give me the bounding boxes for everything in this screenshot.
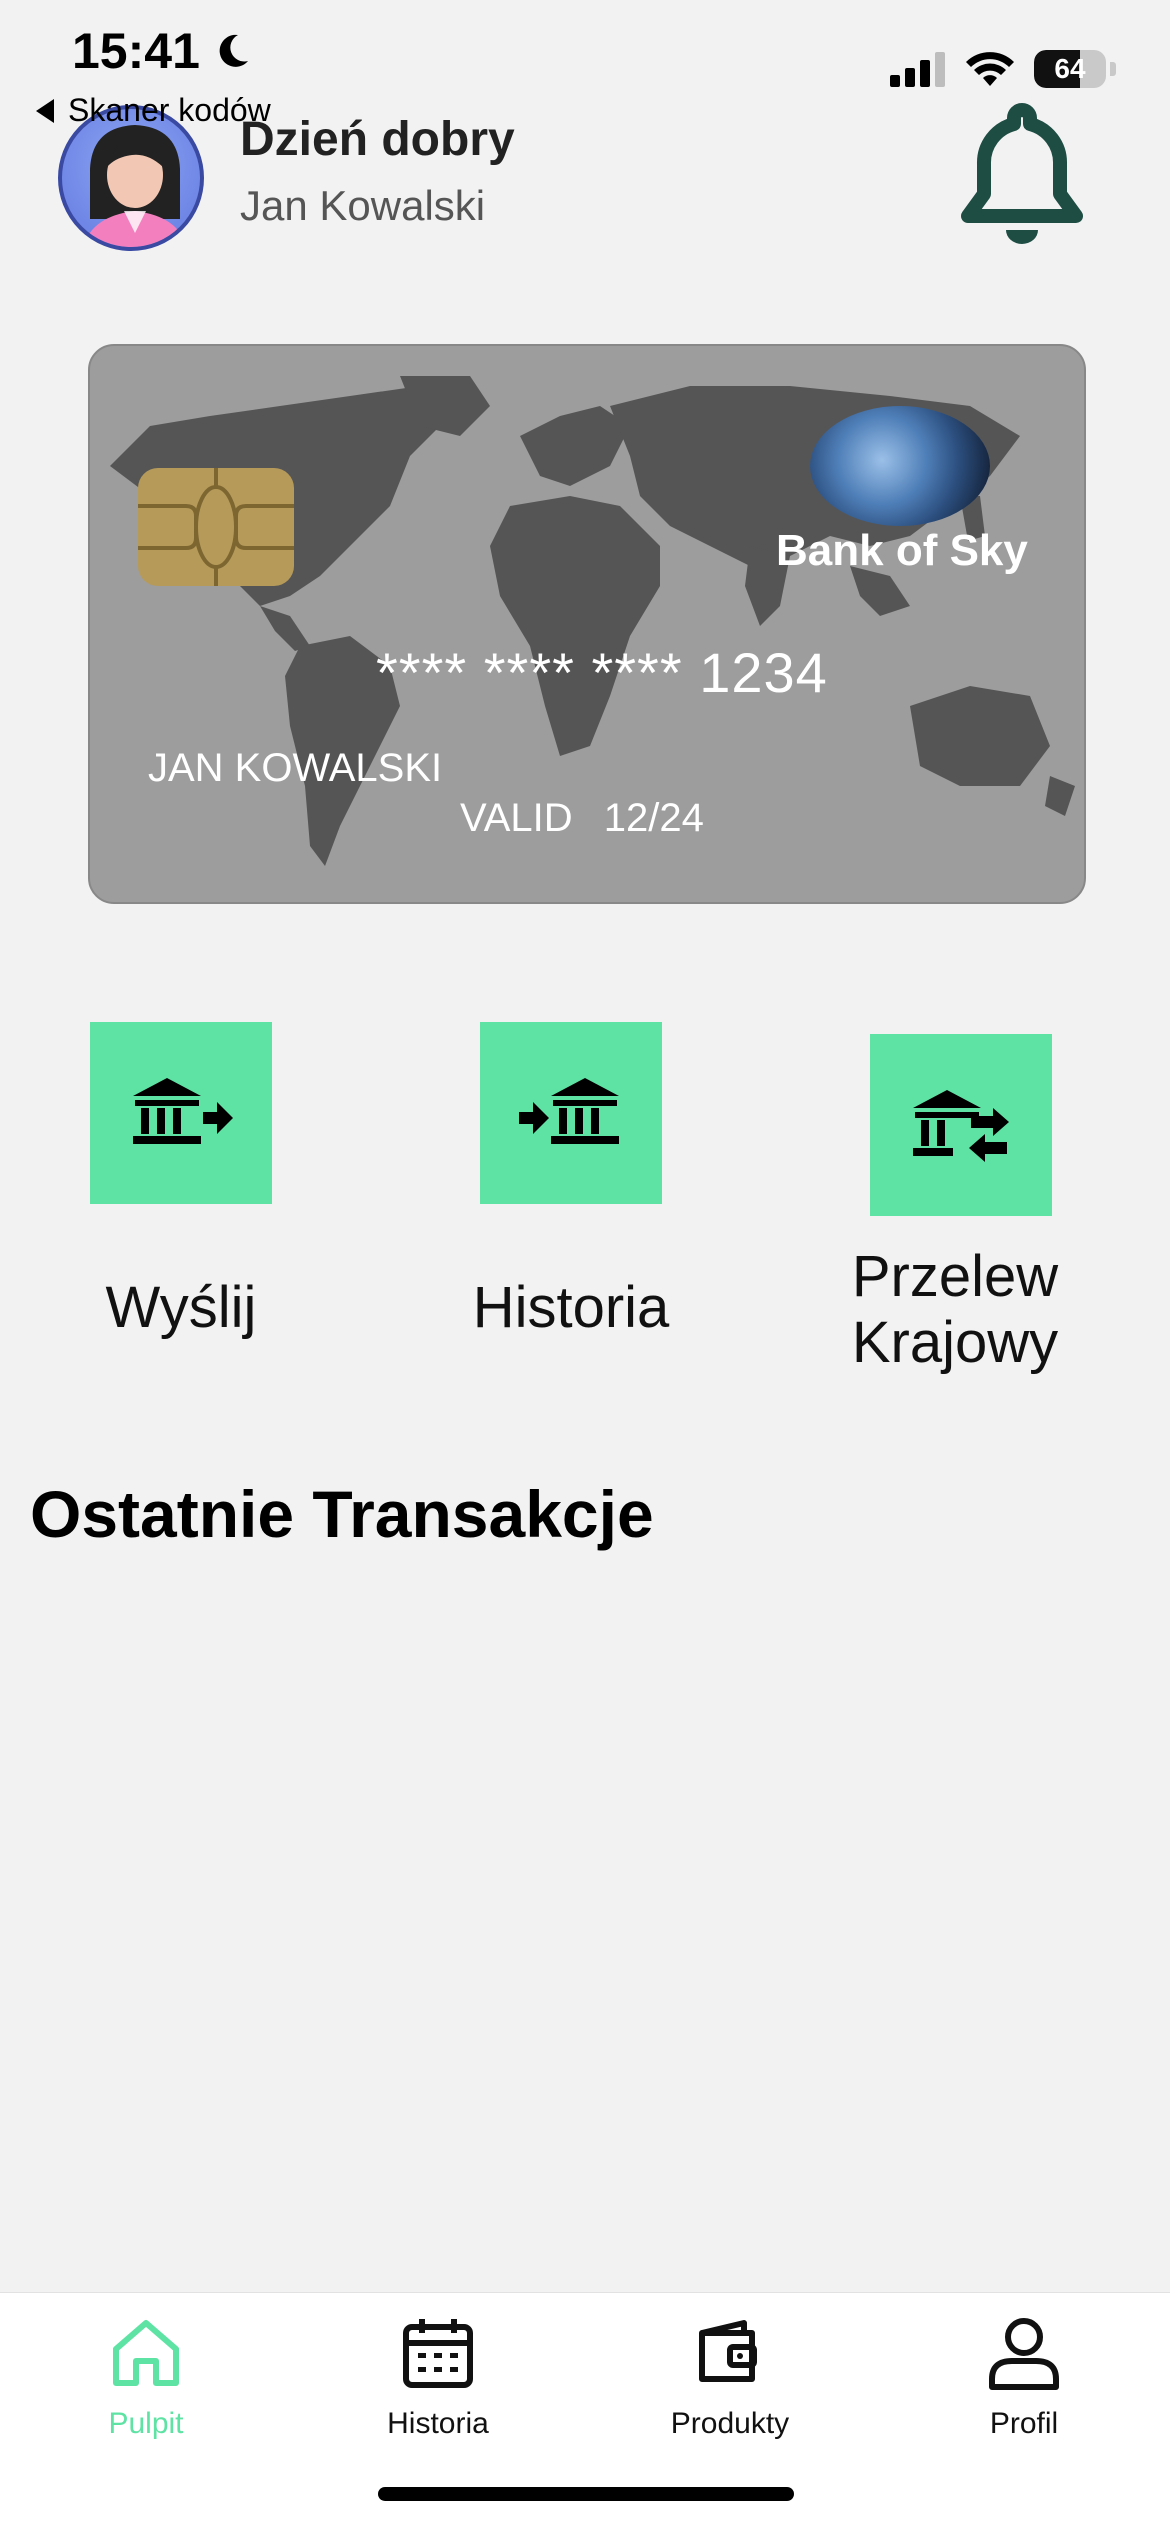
home-icon xyxy=(113,2320,179,2386)
domestic-transfer-label-line2: Krajowy xyxy=(851,1310,1059,1375)
battery-level: 64 xyxy=(1054,53,1086,84)
nav-label-profil: Profil xyxy=(989,2407,1059,2440)
user-name: Jan Kowalski xyxy=(240,182,486,229)
bank-logo-globe xyxy=(810,406,990,526)
card-valid-row: VALID 12/24 xyxy=(460,796,704,841)
domestic-transfer-button[interactable] xyxy=(870,1034,1052,1216)
bank-card[interactable]: Bank of Sky **** **** **** 1234 JAN KOWA… xyxy=(88,344,1086,904)
signal-icon xyxy=(890,52,945,87)
history-button[interactable] xyxy=(480,1022,662,1204)
nav-item-produkty[interactable]: Produkty xyxy=(620,2313,840,2441)
card-chip-graphic xyxy=(138,468,294,586)
home-indicator[interactable] xyxy=(378,2487,794,2501)
send-label: Wyślij xyxy=(105,1275,257,1340)
send-button[interactable] xyxy=(90,1022,272,1204)
nav-item-profil[interactable]: Profil xyxy=(914,2313,1134,2441)
card-valid-label: VALID xyxy=(460,796,573,840)
status-time: 15:41 xyxy=(72,22,252,80)
back-app-label: Skaner kodów xyxy=(68,92,271,128)
card-number: **** **** **** 1234 xyxy=(376,641,828,704)
history-label: Historia xyxy=(472,1275,670,1340)
calendar-icon xyxy=(403,2319,473,2388)
bank-receive-icon xyxy=(519,1078,619,1144)
nav-item-historia[interactable]: Historia xyxy=(328,2313,548,2441)
avatar-illustration xyxy=(83,125,187,247)
bell-icon[interactable] xyxy=(952,100,1092,260)
status-indicators: 64 xyxy=(890,50,1116,88)
back-to-app-link[interactable]: Skaner kodów xyxy=(36,92,271,129)
battery-cap xyxy=(1110,62,1116,76)
moon-icon xyxy=(219,34,248,67)
card-valid-date: 12/24 xyxy=(603,796,704,840)
recent-transactions-title: Ostatnie Transakcje xyxy=(30,1477,654,1551)
bank-transfer-icon xyxy=(913,1090,1009,1162)
battery-indicator: 64 xyxy=(1034,50,1106,88)
back-arrow-icon xyxy=(36,98,54,123)
nav-item-pulpit[interactable]: Pulpit xyxy=(36,2313,256,2441)
card-holder-name: JAN KOWALSKI xyxy=(148,746,443,790)
nav-label-pulpit: Pulpit xyxy=(108,2407,184,2440)
bank-name: Bank of Sky xyxy=(776,526,1028,575)
bank-send-icon xyxy=(133,1078,233,1144)
user-icon xyxy=(989,2318,1059,2390)
wallet-icon xyxy=(699,2320,757,2382)
wifi-icon xyxy=(966,52,1014,86)
domestic-transfer-label-line1: Przelew xyxy=(851,1244,1059,1309)
nav-label-produkty: Produkty xyxy=(670,2407,790,2440)
nav-label-historia: Historia xyxy=(387,2407,489,2440)
greeting: Dzień dobry xyxy=(240,113,515,166)
domestic-transfer-label: Przelew Krajowy xyxy=(820,1244,1090,1376)
status-time-text: 15:41 xyxy=(72,23,200,79)
